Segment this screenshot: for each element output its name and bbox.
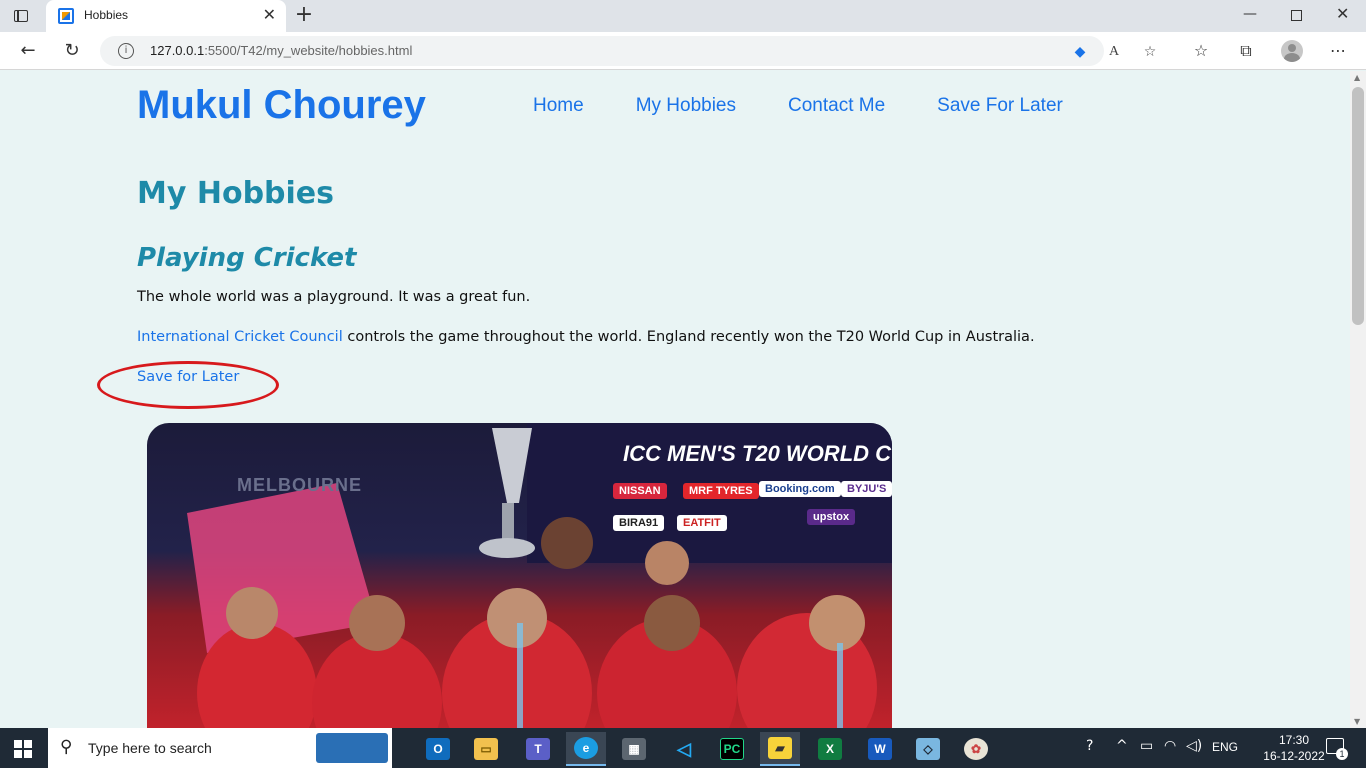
calculator-icon[interactable]: ▦ [614,732,654,766]
tab-title: Hobbies [84,8,129,22]
wifi-icon[interactable]: ◠ [1164,738,1176,754]
snipping-tool-icon[interactable]: ◇ [908,732,948,766]
scroll-down-icon[interactable]: ▼ [1354,717,1360,726]
word-icon[interactable]: W [860,732,900,766]
paragraph-icc-text: controls the game throughout the world. … [342,329,1035,345]
back-icon[interactable]: ← [15,38,41,64]
celebration-image [187,423,892,728]
volume-icon[interactable]: ◁) [1186,738,1202,754]
sponsor-logo: upstox [807,509,856,525]
collections-icon[interactable]: ⧉ [1235,40,1257,62]
help-icon[interactable]: ? [1086,738,1093,754]
icc-link[interactable]: International Cricket Council [137,329,343,345]
windows-start-icon[interactable] [14,740,32,758]
address-bar[interactable]: i 127.0.0.1:5500/T42/my_website/hobbies.… [100,36,1156,66]
taskbar-search[interactable]: ⚲ Type here to search [48,728,392,768]
teams-icon[interactable]: T [518,732,558,766]
more-menu-icon[interactable]: ⋯ [1327,40,1349,62]
maximize-icon[interactable] [1291,10,1302,21]
favicon-icon [58,8,74,24]
scroll-up-icon[interactable]: ▲ [1354,73,1360,82]
close-tab-icon[interactable]: ✕ [263,6,276,24]
stadium-text: MELBOURNE [237,475,362,495]
sponsor-logo: BYJU'S [841,481,892,497]
section-heading: Playing Cricket [137,243,357,273]
tab-hobbies[interactable]: Hobbies ✕ [46,0,286,32]
sponsor-logo: NISSAN [613,483,667,499]
page-heading: My Hobbies [137,176,335,211]
site-nav: Home My Hobbies Contact Me Save For Late… [533,95,1115,117]
clock[interactable]: 17:30 16-12-2022 [1262,732,1326,764]
web-page: Mukul Chourey Home My Hobbies Contact Me… [0,71,1350,728]
pycharm-icon[interactable]: PC [712,732,752,766]
file-explorer-icon[interactable]: ▭ [466,732,506,766]
add-favorite-icon[interactable]: ☆ [1140,42,1160,62]
paint-icon[interactable]: ✿ [956,732,996,766]
chevron-up-icon[interactable]: ^ [1116,738,1128,754]
tab-actions-icon[interactable] [10,6,32,26]
paragraph-intro: The whole world was a playground. It was… [137,289,531,305]
sponsor-logo: MRF TYRES [683,483,759,499]
tab-strip: Hobbies ✕ + — ✕ [0,0,1366,32]
minimize-icon[interactable]: — [1243,6,1257,22]
browser-toolbar: ← ↻ i 127.0.0.1:5500/T42/my_website/hobb… [0,32,1366,70]
excel-icon[interactable]: X [810,732,850,766]
refresh-icon[interactable]: ↻ [59,38,85,64]
nav-contact-me[interactable]: Contact Me [788,95,885,117]
clock-date: 16-12-2022 [1263,749,1325,763]
taskbar: ⚲ Type here to search O ▭ T e ▦ ◁ PC ▰ X… [0,728,1366,768]
nav-home[interactable]: Home [533,95,584,117]
scroll-thumb[interactable] [1352,87,1364,325]
nav-save-for-later[interactable]: Save For Later [937,95,1063,117]
annotation-circle [97,361,279,409]
search-icon: ⚲ [60,737,73,757]
language-indicator[interactable]: ENG [1212,740,1238,754]
vscode-icon[interactable]: ◁ [664,732,704,766]
sponsor-logo: Booking.com [759,481,841,497]
battery-icon[interactable]: ▭ [1140,738,1153,754]
new-tab-button[interactable]: + [292,4,316,28]
url-text[interactable]: 127.0.0.1:5500/T42/my_website/hobbies.ht… [150,43,412,58]
window-close-icon[interactable]: ✕ [1336,4,1349,23]
profile-avatar[interactable] [1281,40,1303,62]
site-title: Mukul Chourey [137,83,426,127]
sticky-notes-icon[interactable]: ▰ [760,732,800,766]
nav-my-hobbies[interactable]: My Hobbies [636,95,736,117]
search-placeholder: Type here to search [88,740,212,756]
paragraph-icc: International Cricket Council controls t… [137,329,1035,345]
search-highlight-image[interactable] [316,733,388,763]
cricket-photo: MELBOURNE ICC MEN'S T20 WORLD CU NISSAN … [147,423,892,728]
sponsor-logo: BIRA91 [613,515,665,531]
sponsor-logo: EATFIT [677,515,727,531]
outlook-icon[interactable]: O [418,732,458,766]
favorites-icon[interactable]: ☆ [1190,40,1212,62]
clock-time: 17:30 [1278,733,1310,747]
banner-text: ICC MEN'S T20 WORLD CU [623,441,892,466]
info-icon[interactable]: i [118,43,134,59]
notification-count: 1 [1336,748,1348,760]
edge-icon[interactable]: e [566,732,606,766]
tag-icon[interactable]: ◆ [1070,42,1090,62]
read-aloud-icon[interactable]: A [1104,42,1124,62]
page-scrollbar[interactable]: ▲ ▼ [1350,71,1366,728]
